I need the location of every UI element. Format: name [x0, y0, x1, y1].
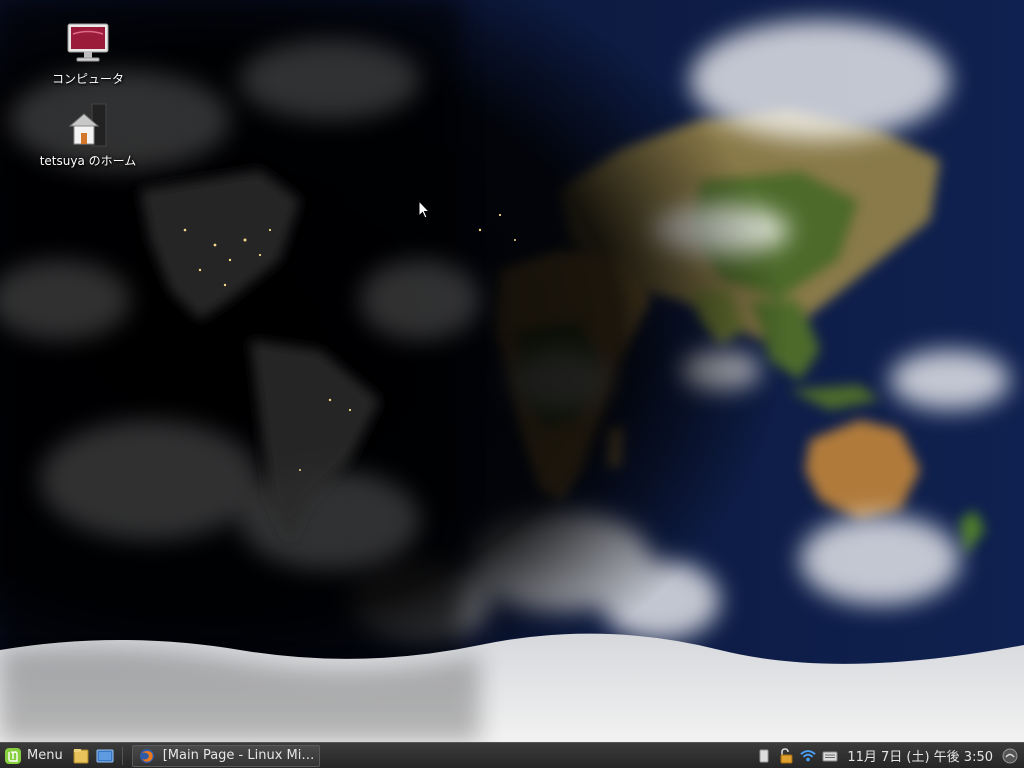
panel-clock[interactable]: 11月 7日 (土) 午後 3:50 — [847, 746, 993, 765]
linux-mint-logo-icon — [5, 747, 21, 764]
removable-drive-icon[interactable] — [756, 748, 772, 764]
system-tray: 11月 7日 (土) 午後 3:50 — [753, 743, 1024, 768]
bottom-panel: Menu [Main Page - Linux Mi… 11月 7日 (土) 午… — [0, 742, 1024, 768]
desktop-wallpaper — [0, 0, 1024, 742]
update-manager-icon[interactable] — [778, 747, 794, 764]
desktop-icon-label: tetsuya のホーム — [39, 154, 137, 168]
network-wifi-icon[interactable] — [800, 748, 817, 764]
firefox-icon — [139, 748, 154, 763]
desktop-icon-home[interactable]: tetsuya のホーム — [28, 102, 148, 169]
files-launcher[interactable] — [71, 746, 91, 766]
desktop-icon-computer[interactable]: コンピュータ — [28, 20, 148, 87]
panel-separator — [121, 746, 123, 765]
menu-button[interactable]: Menu — [0, 743, 69, 768]
taskbar-window-title: [Main Page - Linux Mi… — [162, 748, 313, 763]
taskbar-button-firefox[interactable]: [Main Page - Linux Mi… — [131, 744, 320, 767]
show-desktop-launcher[interactable] — [95, 746, 115, 766]
menu-label: Menu — [27, 748, 63, 763]
computer-icon — [64, 20, 112, 68]
user-session-icon[interactable] — [1002, 748, 1018, 764]
desktop-icon-label: コンピュータ — [51, 72, 124, 86]
files-icon — [73, 748, 89, 763]
mouse-cursor-icon — [418, 200, 430, 219]
keyboard-icon[interactable] — [822, 748, 838, 764]
home-folder-icon — [64, 102, 112, 150]
show-desktop-icon — [96, 749, 114, 762]
